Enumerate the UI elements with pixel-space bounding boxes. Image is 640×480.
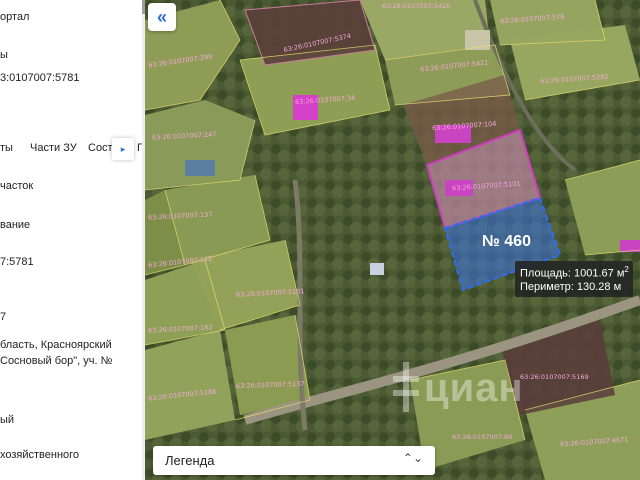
field-name: вание: [0, 219, 31, 231]
area-label: Площадь: 1001.67 м: [520, 267, 625, 280]
info-panel: ортал ы 3:0107007:5781 ты Части ЗУ Соста…: [0, 0, 146, 480]
collapse-panel-button[interactable]: «: [148, 3, 176, 31]
portal-title: ортал: [0, 11, 30, 23]
tab-parts[interactable]: Части ЗУ: [30, 142, 77, 154]
parcel-label: 63:26:0107007:5169: [520, 373, 589, 381]
legend-label: Легенда: [165, 453, 215, 468]
field-type: часток: [0, 180, 34, 192]
cadastral-number: 3:0107007:5781: [0, 72, 80, 84]
field-category: ый: [0, 414, 15, 426]
field-address-line2: Сосновый бор", уч. №: [0, 355, 113, 367]
tab-characteristics[interactable]: ты: [0, 142, 13, 154]
panel-tabs: ты Части ЗУ Соста ▸ Г: [0, 138, 145, 160]
pool: [185, 160, 215, 176]
satellite-map: [145, 0, 640, 480]
field-number: 7:5781: [0, 256, 34, 268]
caret-right-icon: ▸: [120, 143, 126, 154]
field-address-line1: бласть, Красноярский: [0, 339, 112, 351]
field-usage: хозяйственного: [0, 449, 80, 461]
area-unit-sup: 2: [624, 265, 629, 274]
legend-dropdown[interactable]: Легенда ⌃⌄: [153, 446, 435, 475]
parcel-label: 63:26:0107007:80: [452, 433, 513, 441]
parcel-247: [145, 100, 255, 190]
shed: [370, 263, 384, 275]
field-quarter: 7: [0, 311, 7, 323]
double-chevron-left-icon: «: [156, 6, 167, 27]
plot-tooltip: Площадь: 1001.67 м2 Периметр: 130.28 м: [515, 261, 633, 297]
chevron-updown-icon: ⌃⌄: [402, 451, 423, 465]
perimeter-label: Периметр: 130.28 м: [520, 281, 622, 293]
tabs-next-button[interactable]: ▸: [112, 138, 134, 160]
parcel-label: 63:26:0107007:5420: [382, 2, 451, 10]
map-canvas[interactable]: [145, 0, 640, 480]
panel-link[interactable]: ы: [0, 49, 8, 61]
selected-plot-label: № 460: [482, 233, 531, 250]
area-row: Площадь: 1001.67 м2: [520, 265, 629, 280]
